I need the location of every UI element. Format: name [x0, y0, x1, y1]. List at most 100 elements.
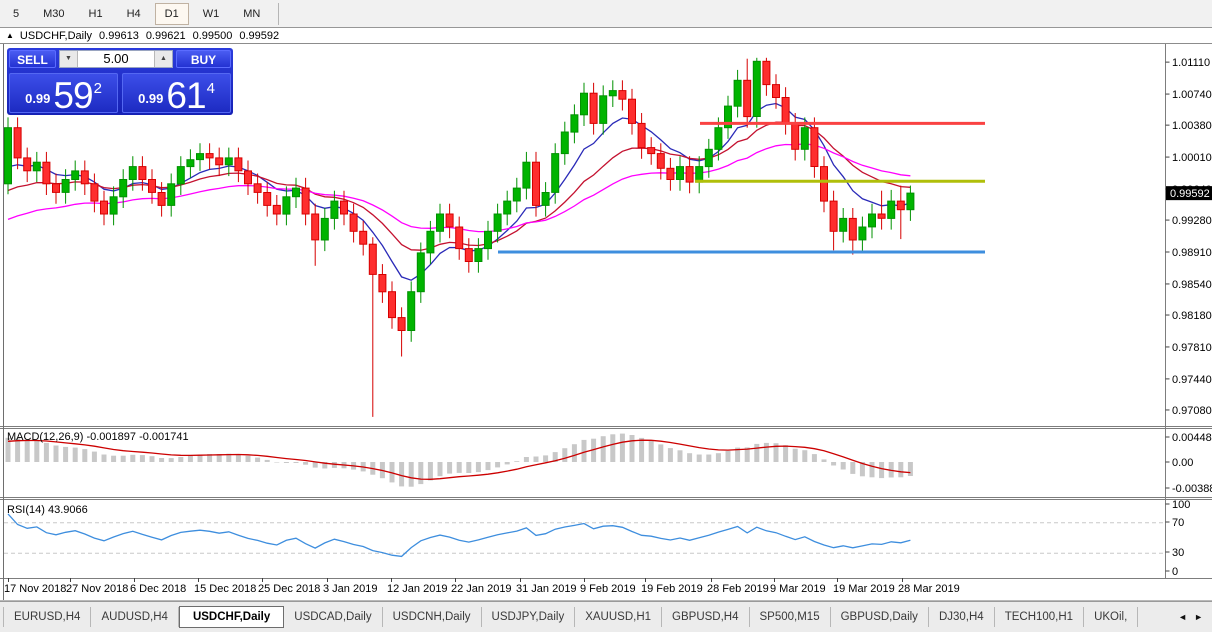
candle-body — [581, 93, 588, 115]
candle-body — [33, 162, 40, 171]
macd-bar — [639, 438, 644, 462]
candle-body — [734, 80, 741, 106]
volume-decrease-icon[interactable]: ▼ — [60, 51, 78, 67]
chart-tab-audusd-h4[interactable]: AUDUSD,H4 — [91, 607, 178, 627]
macd-bar — [822, 459, 827, 462]
chart-tab-usdchf-daily[interactable]: USDCHF,Daily — [179, 606, 284, 628]
macd-bar — [668, 448, 673, 462]
volume-increase-icon[interactable]: ▲ — [154, 51, 172, 67]
macd-bar — [303, 462, 308, 465]
tab-scroll-left-icon[interactable]: ◄ — [1178, 612, 1187, 622]
candle-body — [475, 249, 482, 262]
tab-scroll-controls: ◄► — [1178, 612, 1212, 622]
macd-bar — [697, 455, 702, 463]
chart-tab-usdcnh-daily[interactable]: USDCNH,Daily — [383, 607, 482, 627]
candle-body — [907, 193, 914, 210]
candle-body — [5, 128, 12, 184]
timeframe-button-h4[interactable]: H4 — [117, 3, 151, 25]
macd-bar — [457, 462, 462, 473]
date-axis-label: 3 Jan 2019 — [323, 583, 377, 595]
macd-bar — [793, 449, 798, 462]
candle-body — [341, 201, 348, 214]
timeframe-button-5[interactable]: 5 — [3, 3, 29, 25]
chart-tab-dj30-h4[interactable]: DJ30,H4 — [929, 607, 995, 627]
candle-body — [609, 91, 616, 96]
macd-bar — [495, 462, 500, 467]
candle-body — [302, 188, 309, 214]
rsi-scale-label: 100 — [1172, 499, 1190, 511]
price-axis-label: 0.98910 — [1172, 247, 1212, 259]
macd-bar — [908, 462, 913, 476]
macd-bar — [150, 456, 155, 462]
macd-bar — [313, 462, 318, 468]
macd-scale-label: -0.003883 — [1172, 483, 1212, 495]
price-axis-label: 0.98540 — [1172, 279, 1212, 291]
macd-bar — [34, 441, 39, 462]
chart-tab-ukoil-[interactable]: UKOil, — [1084, 607, 1138, 627]
candle-body — [43, 162, 50, 184]
chart-tab-usdcad-daily[interactable]: USDCAD,Daily — [284, 607, 382, 627]
sell-price-button[interactable]: 0.99 59 2 — [9, 73, 118, 113]
chart-tab-gbpusd-daily[interactable]: GBPUSD,Daily — [831, 607, 929, 627]
macd-bar — [726, 451, 731, 462]
chart-tab-sp500-m15[interactable]: SP500,M15 — [750, 607, 831, 627]
chart-symbol-title: USDCHF,Daily — [20, 30, 92, 42]
chart-title-bar: ▲ USDCHF,Daily 0.99613 0.99621 0.99500 0… — [0, 28, 1212, 44]
ohlc-high: 0.99621 — [146, 30, 186, 42]
timeframe-button-mn[interactable]: MN — [233, 3, 270, 25]
sell-button[interactable]: SELL — [9, 50, 56, 68]
candle-body — [513, 188, 520, 201]
collapse-triangle-icon[interactable]: ▲ — [6, 31, 14, 40]
candle-body — [206, 154, 213, 158]
candle-body — [782, 98, 789, 124]
timeframe-button-h1[interactable]: H1 — [79, 3, 113, 25]
macd-bar — [54, 446, 59, 463]
macd-bar — [841, 462, 846, 470]
macd-bar — [130, 455, 135, 462]
macd-bar — [764, 443, 769, 462]
candle-body — [859, 227, 866, 240]
date-axis-label: 17 Nov 2018 — [4, 583, 66, 595]
candle-body — [590, 93, 597, 123]
candle-body — [552, 154, 559, 193]
candle-body — [321, 218, 328, 240]
rsi-label: RSI(14) 43.9066 — [7, 504, 88, 516]
timeframe-button-d1[interactable]: D1 — [155, 3, 189, 25]
macd-bar — [716, 453, 721, 462]
macd-bar — [754, 444, 759, 462]
candle-body — [312, 214, 319, 240]
macd-bar — [486, 462, 491, 470]
macd-bar — [543, 455, 548, 462]
buy-price-button[interactable]: 0.99 61 4 — [122, 73, 231, 113]
rsi-line — [8, 514, 910, 557]
chart-tab-usdjpy-daily[interactable]: USDJPY,Daily — [482, 607, 576, 627]
date-axis-label: 28 Feb 2019 — [707, 583, 769, 595]
macd-bar — [102, 455, 107, 463]
macd-bar — [82, 449, 87, 462]
buy-button[interactable]: BUY — [176, 50, 231, 68]
tab-scroll-right-icon[interactable]: ► — [1194, 612, 1203, 622]
candle-body — [101, 201, 108, 214]
macd-bar — [63, 447, 68, 462]
toolbar-separator — [278, 3, 279, 25]
macd-bar — [534, 457, 539, 463]
macd-bar — [438, 462, 443, 476]
candle-body — [197, 154, 204, 160]
price-axis-label: 0.97080 — [1172, 405, 1212, 417]
macd-bar — [111, 456, 116, 462]
chart-tab-xauusd-h1[interactable]: XAUUSD,H1 — [575, 607, 662, 627]
timeframe-button-m30[interactable]: M30 — [33, 3, 74, 25]
buy-price-sup: 4 — [207, 80, 215, 97]
candle-body — [273, 205, 280, 214]
candle-body — [571, 115, 578, 132]
chart-tab-eurusd-h4[interactable]: EURUSD,H4 — [3, 607, 91, 627]
candle-body — [216, 158, 223, 165]
chart-tab-gbpusd-h4[interactable]: GBPUSD,H4 — [662, 607, 749, 627]
volume-input[interactable]: 5.00 — [78, 51, 154, 67]
chart-tab-tech100-h1[interactable]: TECH100,H1 — [995, 607, 1084, 627]
price-axis-label: 0.97440 — [1172, 374, 1212, 386]
timeframe-button-w1[interactable]: W1 — [193, 3, 230, 25]
date-axis-label: 25 Dec 2018 — [258, 583, 320, 595]
candle-body — [869, 214, 876, 227]
candle-body — [177, 167, 184, 184]
